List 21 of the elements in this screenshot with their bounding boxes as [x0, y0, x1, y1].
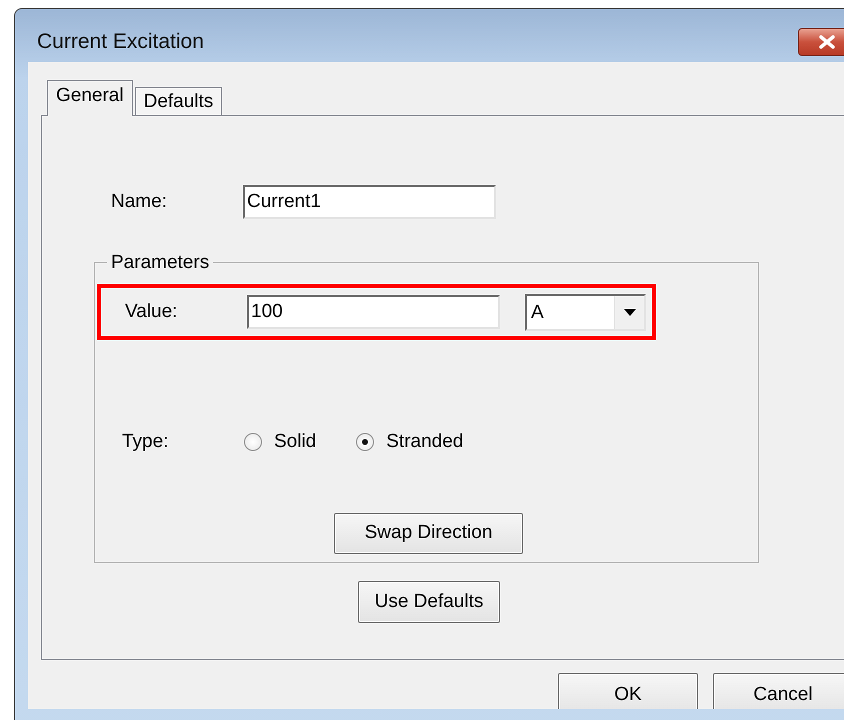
tab[interactable]: Defaults — [134, 87, 222, 116]
radio-button[interactable] — [244, 433, 262, 451]
use-defaults-button[interactable]: Use Defaults — [358, 581, 500, 623]
close-button[interactable] — [798, 28, 844, 56]
name-field[interactable]: Current1 — [243, 185, 496, 219]
close-icon — [818, 34, 836, 48]
radio-option[interactable]: Solid — [244, 428, 316, 456]
unit-dropdown[interactable]: A — [525, 294, 646, 330]
group-title: Parameters — [110, 253, 210, 272]
value-label: Value: — [125, 300, 178, 324]
caret-icon — [624, 308, 636, 316]
window-title: Current Excitation — [37, 28, 204, 55]
radio-button[interactable] — [356, 433, 374, 451]
name-label: Name: — [111, 190, 168, 214]
dialog-button[interactable]: Cancel — [713, 673, 844, 709]
dialog-button[interactable]: OK — [558, 673, 698, 709]
swap-direction-button[interactable]: Swap Direction — [334, 513, 523, 554]
type-label: Type: — [122, 430, 170, 454]
value-field[interactable]: 100 — [247, 295, 500, 329]
tab[interactable]: General — [47, 80, 133, 116]
radio-option[interactable]: Stranded — [356, 428, 464, 456]
